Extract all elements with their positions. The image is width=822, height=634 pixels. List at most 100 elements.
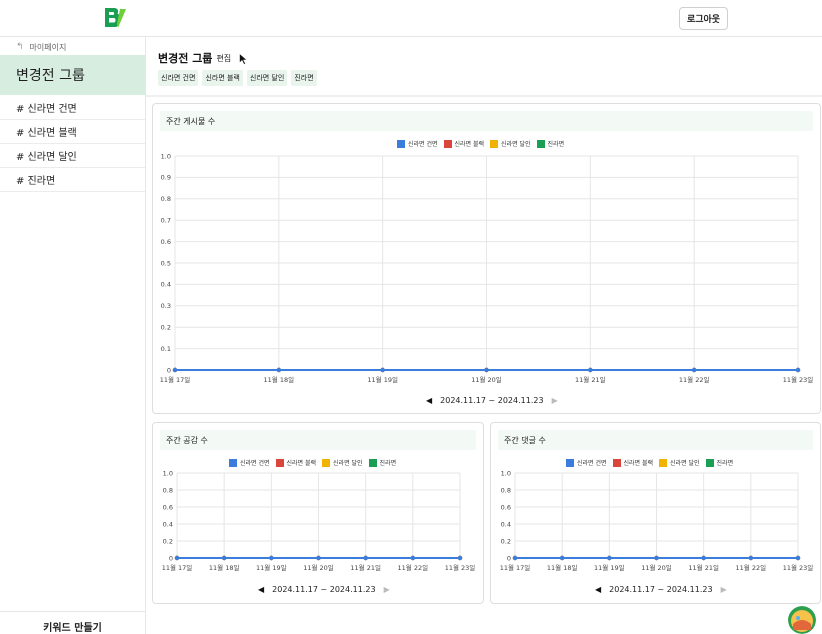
- date-pager: ◀ 2024.11.17 ~ 2024.11.23 ▶: [595, 585, 727, 594]
- mouse-cursor-icon: [239, 53, 248, 65]
- legend-label: 신라면 건면: [240, 460, 270, 467]
- legend-item[interactable]: 신라면 건면: [566, 458, 607, 467]
- data-point: [380, 367, 385, 373]
- legend-item[interactable]: 신라면 블랙: [275, 458, 316, 467]
- y-tick-label: 0.4: [501, 520, 511, 528]
- x-tick-label: 11월 20일: [641, 563, 672, 572]
- y-tick-label: 1.0: [163, 469, 173, 477]
- legend-item[interactable]: 진라면: [536, 139, 565, 148]
- legend-item[interactable]: 신라면 건면: [229, 458, 270, 467]
- data-point: [795, 367, 801, 373]
- app-header: 로그아웃: [0, 0, 822, 37]
- keyword-tags: 신라면 건면 신라면 블랙 신라면 달인 진라면: [158, 70, 317, 86]
- legend-swatch: [659, 458, 668, 467]
- y-tick-label: 0: [507, 554, 511, 562]
- legend-swatch: [612, 458, 621, 467]
- data-point: [795, 555, 801, 561]
- keyword-tag: 진라면: [291, 70, 317, 86]
- sidebar-group-title[interactable]: 변경전 그룹: [0, 55, 145, 95]
- logout-button[interactable]: 로그아웃: [679, 7, 728, 30]
- legend-label: 신라면 블랙: [623, 460, 654, 467]
- mypage-label: 마이페이지: [29, 42, 67, 52]
- line-chart: 0 0.1 0.2 0.3 0.4 0.5 0.6 0.7 0.8 0.9 1.0 11월 17일 11…: [160, 152, 814, 384]
- legend-label: 신라면 건면: [408, 141, 438, 148]
- x-tick-label: 11월 21일: [350, 563, 381, 572]
- y-tick-label: 0.3: [161, 302, 171, 310]
- next-week-icon[interactable]: ▶: [721, 585, 727, 594]
- next-week-icon[interactable]: ▶: [384, 585, 390, 594]
- weekly-comments-card: 주간 댓글 수 신라면 건면 신라면 블랙 신라면 달인 진라면 0 0.2 0.4…: [490, 422, 821, 604]
- legend-label: 진라면: [716, 460, 734, 467]
- sidebar: ↰ 마이페이지 변경전 그룹 # 신라면 건면 # 신라면 블랙 # 신라면 달…: [0, 37, 146, 634]
- sidebar-item-jinramyeon[interactable]: # 진라면: [0, 168, 145, 192]
- keyword-tag: 신라면 블랙: [202, 70, 243, 86]
- data-point: [607, 555, 612, 561]
- legend-item[interactable]: 신라면 달인: [322, 458, 363, 467]
- data-point: [457, 555, 463, 561]
- legend-item[interactable]: 진라면: [705, 458, 734, 467]
- y-tick-label: 0.8: [161, 195, 171, 203]
- edit-link[interactable]: 편집: [216, 53, 231, 64]
- y-tick-label: 0.7: [161, 217, 171, 225]
- sidebar-item-sinramyeon-dalin[interactable]: # 신라면 달인: [0, 144, 145, 168]
- keyword-tag: 신라면 건면: [158, 70, 199, 86]
- next-week-icon[interactable]: ▶: [552, 396, 558, 405]
- x-tick-label: 11월 19일: [256, 563, 287, 572]
- sidebar-item-sinramyeon-geonmyeon[interactable]: # 신라면 건면: [0, 96, 145, 120]
- prev-week-icon[interactable]: ◀: [426, 396, 432, 405]
- chart-legend: 신라면 건면 신라면 블랙 신라면 달인 진라면: [229, 458, 396, 467]
- chart-legend: 신라면 건면 신라면 블랙 신라면 달인 진라면: [566, 458, 733, 467]
- card-title: 주간 댓글 수: [498, 430, 813, 450]
- data-point: [410, 555, 416, 561]
- card-title: 주간 공감 수: [160, 430, 476, 450]
- legend-item[interactable]: 신라면 블랙: [612, 458, 654, 467]
- avatar[interactable]: [788, 606, 816, 634]
- x-tick-label: 11월 21일: [688, 563, 719, 572]
- x-tick-label: 11월 18일: [209, 563, 240, 572]
- x-tick-label: 11월 18일: [264, 375, 295, 384]
- data-point: [269, 555, 274, 561]
- card-title: 주간 게시물 수: [160, 111, 813, 131]
- prev-week-icon[interactable]: ◀: [595, 585, 601, 594]
- back-arrow-icon: ↰: [16, 42, 24, 52]
- legend-item[interactable]: 진라면: [368, 458, 397, 467]
- x-tick-label: 11월 23일: [783, 563, 814, 572]
- legend-label: 진라면: [379, 460, 397, 467]
- legend-item[interactable]: 신라면 달인: [659, 458, 700, 467]
- create-keyword-button[interactable]: 키워드 만들기: [0, 611, 145, 634]
- legend-item[interactable]: 신라면 블랙: [443, 139, 485, 148]
- x-tick-label: 11월 17일: [500, 563, 531, 572]
- y-tick-label: 0.5: [161, 259, 171, 267]
- x-tick-label: 11월 20일: [471, 375, 502, 384]
- data-point: [559, 555, 565, 561]
- legend-label: 진라면: [547, 141, 565, 148]
- legend-swatch: [490, 139, 499, 148]
- y-tick-label: 0.1: [161, 345, 171, 353]
- divider: [146, 95, 822, 97]
- data-point: [172, 367, 178, 373]
- x-tick-label: 11월 17일: [160, 375, 191, 384]
- y-tick-label: 0.6: [163, 503, 173, 511]
- legend-swatch: [536, 139, 545, 148]
- y-tick-label: 0.2: [163, 537, 173, 545]
- legend-item[interactable]: 신라면 건면: [397, 139, 438, 148]
- sidebar-item-sinramyeon-black[interactable]: # 신라면 블랙: [0, 120, 145, 144]
- y-tick-label: 1.0: [501, 469, 511, 477]
- y-tick-label: 0.4: [163, 520, 173, 528]
- date-pager: ◀ 2024.11.17 ~ 2024.11.23 ▶: [258, 585, 390, 594]
- main-content: 변경전 그룹 편집 신라면 건면 신라면 블랙 신라면 달인 진라면 주간 게시…: [146, 37, 822, 634]
- date-range-label: 2024.11.17 ~ 2024.11.23: [272, 585, 376, 594]
- x-tick-label: 11월 19일: [367, 375, 398, 384]
- x-tick-label: 11월 22일: [398, 563, 429, 572]
- legend-item[interactable]: 신라면 달인: [490, 139, 531, 148]
- x-tick-label: 11월 20일: [303, 563, 334, 572]
- y-tick-label: 0.6: [501, 503, 511, 511]
- logo-icon[interactable]: [103, 7, 127, 29]
- prev-week-icon[interactable]: ◀: [258, 585, 264, 594]
- legend-label: 신라면 달인: [333, 460, 363, 467]
- mypage-link[interactable]: ↰ 마이페이지: [16, 40, 66, 54]
- legend-swatch: [443, 139, 452, 148]
- legend-label: 신라면 블랙: [454, 141, 485, 148]
- data-point: [654, 555, 659, 561]
- x-tick-label: 11월 17일: [162, 563, 193, 572]
